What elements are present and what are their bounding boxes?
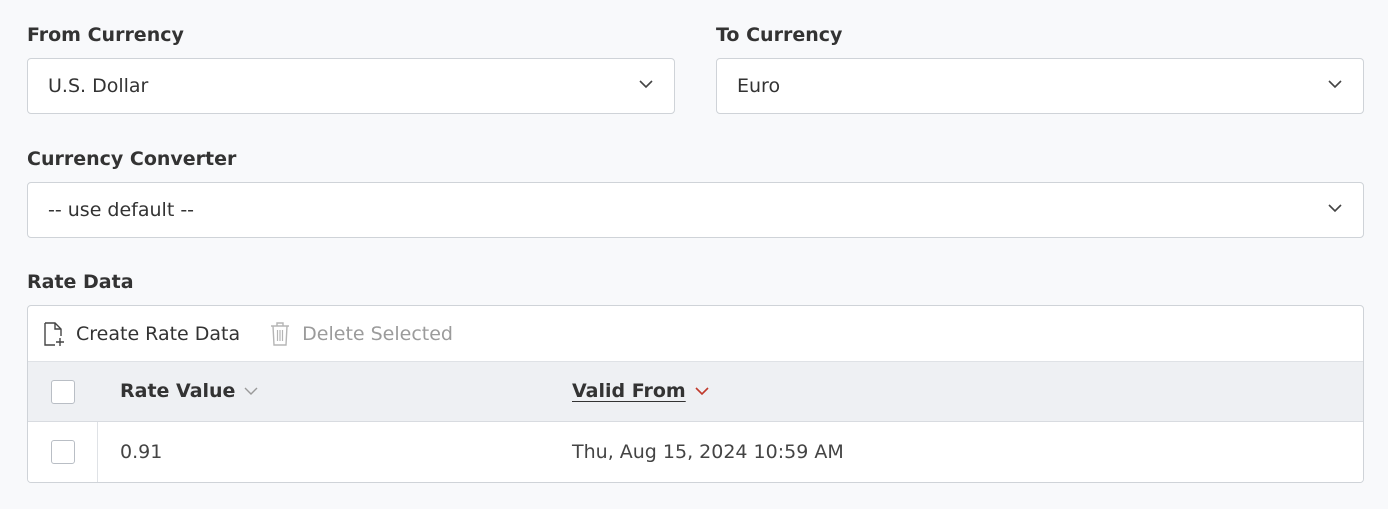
select-all-checkbox[interactable]: [51, 380, 75, 404]
delete-selected-label: Delete Selected: [302, 322, 453, 345]
chevron-down-icon: [1328, 204, 1342, 213]
valid-from-cell: Thu, Aug 15, 2024 10:59 AM: [572, 441, 844, 463]
chevron-down-icon: [639, 80, 653, 89]
create-rate-data-button[interactable]: Create Rate Data: [42, 321, 240, 347]
grid-toolbar: Create Rate Data Delete Selected: [28, 306, 1363, 362]
column-header-label: Rate Value: [120, 380, 236, 402]
rate-value-cell: 0.91: [120, 441, 163, 463]
create-rate-data-label: Create Rate Data: [76, 322, 241, 345]
table-row[interactable]: 0.91 Thu, Aug 15, 2024 10:59 AM: [28, 422, 1363, 482]
currency-converter-value: -- use default --: [48, 199, 195, 221]
from-currency-select[interactable]: U.S. Dollar: [27, 58, 675, 114]
column-header-valid-from[interactable]: Valid From: [572, 380, 710, 402]
to-currency-value: Euro: [737, 75, 781, 97]
trash-icon: [271, 321, 290, 346]
sort-descending-icon: [695, 387, 709, 396]
rate-data-grid: Create Rate Data Delete Selected Rate Va…: [27, 305, 1364, 483]
column-header-rate-value[interactable]: Rate Value: [120, 380, 259, 402]
to-currency-select[interactable]: Euro: [716, 58, 1364, 114]
new-document-icon: [44, 321, 64, 346]
from-currency-label: From Currency: [27, 24, 184, 46]
from-currency-value: U.S. Dollar: [48, 75, 149, 97]
column-header-label: Valid From: [572, 380, 686, 402]
currency-converter-label: Currency Converter: [27, 148, 237, 170]
row-checkbox[interactable]: [51, 440, 75, 464]
column-divider: [97, 422, 98, 482]
chevron-down-icon: [1328, 80, 1342, 89]
grid-header-row: Rate Value Valid From: [28, 362, 1363, 422]
sort-chevron-icon: [244, 387, 258, 395]
delete-selected-button[interactable]: Delete Selected: [268, 321, 453, 347]
currency-converter-select[interactable]: -- use default --: [27, 182, 1364, 238]
rate-data-label: Rate Data: [27, 271, 134, 293]
to-currency-label: To Currency: [716, 24, 843, 46]
